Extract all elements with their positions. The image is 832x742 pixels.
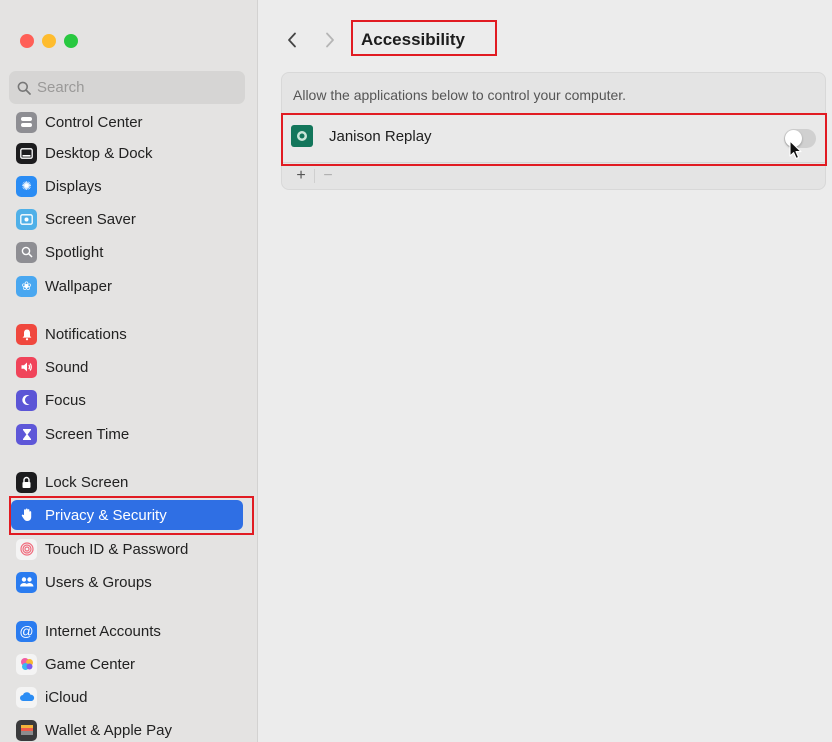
search-icon (17, 81, 31, 95)
forward-button[interactable] (317, 27, 343, 53)
sidebar-item-icloud[interactable]: iCloud (11, 682, 243, 712)
sidebar-item-label: Sound (45, 358, 89, 376)
system-settings-window: Control Center Desktop & Dock ✺ Displays… (0, 0, 832, 742)
sidebar-item-label: Wallpaper (45, 277, 112, 295)
accessibility-apps-panel: Allow the applications below to control … (281, 72, 826, 190)
zoom-window-button[interactable] (64, 34, 78, 48)
game-center-icon (16, 653, 37, 675)
sidebar-item-users-groups[interactable]: Users & Groups (11, 567, 243, 597)
close-window-button[interactable] (20, 34, 34, 48)
sidebar-item-spotlight[interactable]: Spotlight (11, 237, 243, 267)
sidebar-item-label: Screen Saver (45, 210, 136, 228)
sidebar-item-lock-screen[interactable]: Lock Screen (11, 467, 243, 497)
sidebar-item-wallet-apple-pay[interactable]: Wallet & Apple Pay (11, 715, 243, 742)
panel-description: Allow the applications below to control … (293, 87, 627, 103)
screen-saver-icon (16, 208, 37, 230)
sidebar-item-label: Touch ID & Password (45, 540, 189, 558)
sidebar-item-label: Users & Groups (45, 573, 152, 591)
speaker-icon (16, 356, 37, 378)
sidebar-item-label: Game Center (45, 655, 136, 673)
sidebar-item-label: Wallet & Apple Pay (45, 721, 173, 739)
search-input[interactable] (37, 79, 237, 96)
janison-replay-icon (291, 125, 313, 147)
sun-icon: ✺ (16, 175, 37, 197)
sidebar-item-label: Desktop & Dock (45, 144, 153, 162)
sidebar-item-screen-saver[interactable]: Screen Saver (11, 204, 243, 234)
sidebar-item-label: Screen Time (45, 425, 130, 443)
hourglass-icon (16, 423, 37, 445)
sidebar-item-label: Internet Accounts (45, 622, 161, 640)
lock-icon (16, 471, 37, 493)
hand-icon (16, 504, 37, 526)
sidebar-item-internet-accounts[interactable]: @ Internet Accounts (11, 616, 243, 646)
sidebar-item-desktop-dock[interactable]: Desktop & Dock (11, 138, 243, 168)
chevron-right-icon (326, 32, 334, 48)
bell-icon (16, 323, 37, 345)
sidebar: Control Center Desktop & Dock ✺ Displays… (0, 0, 258, 742)
main-pane: Accessibility Allow the applications bel… (259, 0, 832, 742)
wallet-icon (16, 719, 37, 741)
janison-replay-toggle[interactable] (784, 129, 816, 148)
fingerprint-icon (16, 538, 37, 560)
moon-icon (16, 389, 37, 411)
sidebar-list[interactable]: Control Center Desktop & Dock ✺ Displays… (0, 104, 257, 742)
sidebar-item-label: Displays (45, 177, 102, 195)
sidebar-item-focus[interactable]: Focus (11, 385, 243, 415)
users-icon (16, 571, 37, 593)
sidebar-item-label: Notifications (45, 325, 127, 343)
at-icon: @ (16, 620, 37, 642)
sidebar-item-label: Spotlight (45, 243, 104, 261)
flower-icon: ❀ (16, 275, 37, 297)
sidebar-item-sound[interactable]: Sound (11, 352, 243, 382)
app-row-janison-replay[interactable]: Janison Replay (282, 113, 825, 163)
control-center-icon (16, 111, 37, 133)
magnifier-icon (16, 241, 37, 263)
sidebar-item-label: Focus (45, 391, 86, 409)
back-button[interactable] (279, 27, 305, 53)
sidebar-item-label: Lock Screen (45, 473, 129, 491)
sidebar-item-control-center[interactable]: Control Center (11, 107, 243, 137)
search-field[interactable] (9, 71, 245, 104)
add-remove-divider (314, 169, 315, 183)
sidebar-item-privacy-security[interactable]: Privacy & Security (11, 500, 243, 530)
sidebar-item-game-center[interactable]: Game Center (11, 649, 243, 679)
chevron-left-icon (288, 32, 296, 48)
sidebar-item-label: Control Center (45, 113, 143, 131)
app-name: Janison Replay (329, 128, 432, 145)
cloud-icon (16, 686, 37, 708)
remove-app-button[interactable]: − (317, 167, 339, 185)
toggle-knob (785, 130, 802, 147)
sidebar-item-touch-id-password[interactable]: Touch ID & Password (11, 534, 243, 564)
sidebar-item-label: iCloud (45, 688, 88, 706)
add-remove-controls: + − (290, 167, 339, 185)
sidebar-item-screen-time[interactable]: Screen Time (11, 419, 243, 449)
minimize-window-button[interactable] (42, 34, 56, 48)
sidebar-item-notifications[interactable]: Notifications (11, 319, 243, 349)
sidebar-item-displays[interactable]: ✺ Displays (11, 171, 243, 201)
dock-icon (16, 142, 37, 164)
add-app-button[interactable]: + (290, 167, 312, 185)
sidebar-item-label: Privacy & Security (45, 506, 167, 524)
window-controls (20, 34, 78, 48)
page-title: Accessibility (361, 30, 465, 49)
sidebar-item-wallpaper[interactable]: ❀ Wallpaper (11, 271, 243, 301)
